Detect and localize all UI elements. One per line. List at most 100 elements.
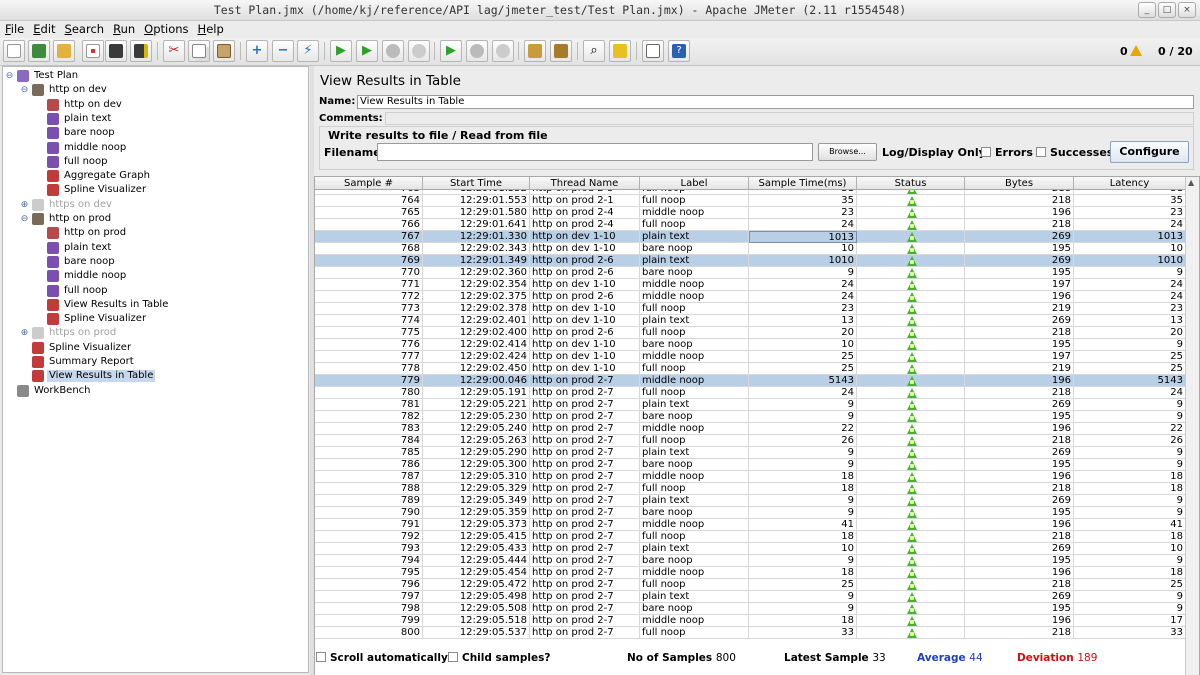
table-row[interactable]: 773 12:29:02.378 http on dev 1-10 full noop…	[315, 303, 1186, 315]
tree-node[interactable]: full noop	[47, 284, 110, 298]
table-scrollbar[interactable]: ▲ ▼	[1185, 177, 1199, 675]
table-row[interactable]: 795 12:29:05.454 http on prod 2-7 middle no…	[315, 567, 1186, 579]
errors-checkbox[interactable]: Errors	[981, 146, 1033, 159]
configure-button[interactable]: Configure	[1110, 141, 1189, 163]
test-plan-tree[interactable]: ⊖ Test Plan ⊖ http on dev http on dev plain t…	[2, 66, 309, 673]
browse-button[interactable]: Browse...	[818, 143, 877, 161]
column-header[interactable]: Latency	[1074, 177, 1186, 190]
table-row[interactable]: 793 12:29:05.433 http on prod 2-7 plain tex…	[315, 543, 1186, 555]
warning-counter[interactable]: 0	[1120, 45, 1142, 58]
successes-checkbox[interactable]: Successes	[1036, 146, 1113, 159]
scroll-up-icon[interactable]: ▲	[1188, 178, 1194, 187]
scroll-auto-checkbox[interactable]: Scroll automatically?	[316, 652, 454, 664]
toggle-button[interactable]: ⚡	[297, 40, 319, 62]
table-row[interactable]: 779 12:29:00.046 http on prod 2-7 middle no…	[315, 375, 1186, 387]
table-row[interactable]: 786 12:29:05.300 http on prod 2-7 bare noop…	[315, 459, 1186, 471]
tree-node[interactable]: View Results in Table	[32, 369, 156, 383]
close-window-button[interactable]: ×	[1178, 2, 1196, 18]
menu-options[interactable]: Options	[144, 21, 188, 38]
table-row[interactable]: 790 12:29:05.359 http on prod 2-7 bare noop…	[315, 507, 1186, 519]
table-row[interactable]: 766 12:29:01.641 http on prod 2-4 full noop…	[315, 219, 1186, 231]
tree-node[interactable]: http on dev	[32, 83, 109, 97]
tree-node[interactable]: middle noop	[47, 141, 128, 155]
remote-shutdown-button[interactable]	[492, 40, 514, 62]
tree-node[interactable]: Aggregate Graph	[47, 169, 152, 183]
table-row[interactable]: 776 12:29:02.414 http on dev 1-10 bare noop…	[315, 339, 1186, 351]
remote-start-button[interactable]: ▶	[440, 40, 462, 62]
successes-checkbox-box[interactable]	[1036, 147, 1046, 157]
paste-button[interactable]	[213, 40, 235, 62]
comments-input[interactable]	[385, 112, 1194, 125]
tree-node[interactable]: bare noop	[47, 255, 117, 269]
minimize-button[interactable]: _	[1138, 2, 1156, 18]
save-button[interactable]	[105, 40, 127, 62]
tree-node[interactable]: http on prod	[47, 226, 128, 240]
tree-node[interactable]: Test Plan	[17, 69, 80, 83]
table-row[interactable]: 784 12:29:05.263 http on prod 2-7 full noop…	[315, 435, 1186, 447]
column-header[interactable]: Label	[640, 177, 749, 190]
tree-node[interactable]: full noop	[47, 155, 110, 169]
tree-node[interactable]: http on dev	[47, 98, 124, 112]
tree-node[interactable]: Spline Visualizer	[32, 341, 133, 355]
table-row[interactable]: 794 12:29:05.444 http on prod 2-7 bare noop…	[315, 555, 1186, 567]
clear-all-button[interactable]	[550, 40, 572, 62]
table-row[interactable]: 788 12:29:05.329 http on prod 2-7 full noop…	[315, 483, 1186, 495]
start-button[interactable]: ▶	[330, 40, 352, 62]
function-helper-button[interactable]	[642, 40, 664, 62]
table-row[interactable]: 781 12:29:05.221 http on prod 2-7 plain tex…	[315, 399, 1186, 411]
open-button[interactable]	[53, 40, 75, 62]
child-samples-checkbox[interactable]: Child samples?	[448, 652, 550, 664]
table-row[interactable]: 778 12:29:02.450 http on dev 1-10 full noop…	[315, 363, 1186, 375]
table-row[interactable]: 780 12:29:05.191 http on prod 2-7 full noop…	[315, 387, 1186, 399]
filename-input[interactable]	[377, 143, 813, 161]
table-row[interactable]: 797 12:29:05.498 http on prod 2-7 plain tex…	[315, 591, 1186, 603]
table-row[interactable]: 768 12:29:02.343 http on dev 1-10 bare noop…	[315, 243, 1186, 255]
tree-node[interactable]: Spline Visualizer	[47, 312, 148, 326]
menu-file[interactable]: File	[5, 21, 24, 38]
search-button[interactable]: ⌕	[583, 40, 605, 62]
table-row[interactable]: 767 12:29:01.330 http on dev 1-10 plain tex…	[315, 231, 1186, 243]
column-header[interactable]: Status	[857, 177, 965, 190]
column-header[interactable]: Start Time	[423, 177, 530, 190]
tree-node[interactable]: plain text	[47, 241, 113, 255]
table-row[interactable]: 800 12:29:05.537 http on prod 2-7 full noop…	[315, 627, 1186, 639]
tree-node[interactable]: https on dev	[32, 198, 114, 212]
column-header[interactable]: Thread Name	[530, 177, 640, 190]
stop-button[interactable]	[382, 40, 404, 62]
expand-all-button[interactable]: +	[246, 40, 268, 62]
save-as-button[interactable]	[130, 40, 152, 62]
clear-button[interactable]	[524, 40, 546, 62]
tree-node[interactable]: plain text	[47, 112, 113, 126]
tree-node[interactable]: WorkBench	[17, 384, 93, 398]
table-row[interactable]: 772 12:29:02.375 http on prod 2-6 middle no…	[315, 291, 1186, 303]
tree-expander-icon[interactable]: ⊕	[20, 200, 29, 210]
shutdown-button[interactable]	[408, 40, 430, 62]
child-samples-checkbox-box[interactable]	[448, 652, 458, 662]
table-row[interactable]: 789 12:29:05.349 http on prod 2-7 plain tex…	[315, 495, 1186, 507]
tree-expander-icon[interactable]: ⊖	[20, 215, 29, 224]
reset-search-button[interactable]	[609, 40, 631, 62]
column-header[interactable]: Sample #	[315, 177, 423, 190]
collapse-all-button[interactable]: −	[272, 40, 294, 62]
maximize-button[interactable]: □	[1158, 2, 1176, 18]
table-row[interactable]: 782 12:29:05.230 http on prod 2-7 bare noop…	[315, 411, 1186, 423]
table-row[interactable]: 792 12:29:05.415 http on prod 2-7 full noop…	[315, 531, 1186, 543]
table-row[interactable]: 791 12:29:05.373 http on prod 2-7 middle no…	[315, 519, 1186, 531]
table-row[interactable]: 775 12:29:02.400 http on prod 2-6 full noop…	[315, 327, 1186, 339]
table-row[interactable]: 777 12:29:02.424 http on dev 1-10 middle no…	[315, 351, 1186, 363]
close-plan-button[interactable]	[82, 40, 104, 62]
column-header[interactable]: Sample Time(ms)	[749, 177, 857, 190]
table-row[interactable]: 796 12:29:05.472 http on prod 2-7 full noop…	[315, 579, 1186, 591]
errors-checkbox-box[interactable]	[981, 147, 991, 157]
templates-button[interactable]	[28, 40, 50, 62]
table-row[interactable]: 774 12:29:02.401 http on dev 1-10 plain tex…	[315, 315, 1186, 327]
table-row[interactable]: 770 12:29:02.360 http on prod 2-6 bare noop…	[315, 267, 1186, 279]
new-button[interactable]	[3, 40, 25, 62]
table-row[interactable]: 785 12:29:05.290 http on prod 2-7 plain tex…	[315, 447, 1186, 459]
tree-expander-icon[interactable]: ⊖	[20, 86, 29, 95]
remote-stop-button[interactable]	[466, 40, 488, 62]
cut-button[interactable]: ✂	[163, 40, 185, 62]
tree-expander-icon[interactable]: ⊖	[5, 72, 14, 81]
table-row[interactable]: 769 12:29:01.349 http on prod 2-6 plain tex…	[315, 255, 1186, 267]
column-header[interactable]: Bytes	[965, 177, 1074, 190]
